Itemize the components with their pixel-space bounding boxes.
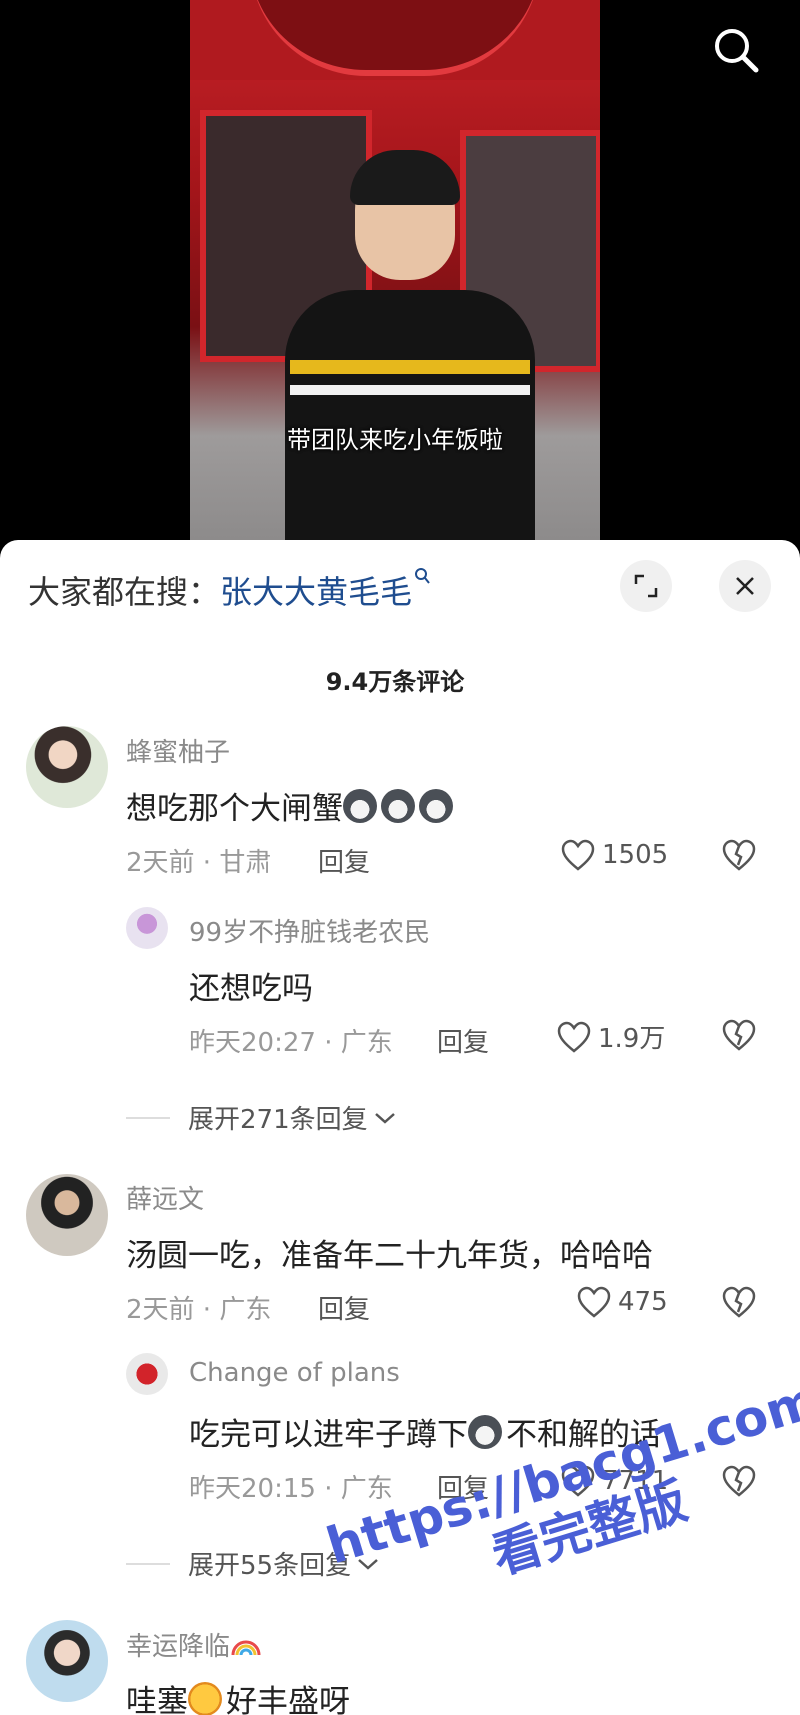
comment-text: 还想吃吗 xyxy=(189,971,313,1007)
divider-dash xyxy=(126,1562,170,1565)
video-person-jacket xyxy=(285,290,535,545)
search-icon[interactable] xyxy=(710,24,764,78)
comment-text-content: 好丰盛呀 xyxy=(226,1684,350,1715)
close-button[interactable] xyxy=(719,560,771,612)
like-count: 1.9万 xyxy=(598,1024,666,1054)
hot-search-prefix: 大家都在搜： xyxy=(28,573,221,611)
divider-dash xyxy=(126,1116,170,1119)
comment-text: 哇塞 好丰盛呀 xyxy=(126,1676,350,1715)
video-subtitle: 带团队来吃小年饭啦 xyxy=(287,426,503,454)
reply-button[interactable]: 回复 xyxy=(318,1289,370,1326)
avatar[interactable] xyxy=(126,907,168,949)
expand-replies-button[interactable]: 展开271条回复 xyxy=(126,1099,398,1136)
chevron-down-icon xyxy=(374,1112,395,1124)
like-count: 475 xyxy=(618,1287,668,1317)
like-button[interactable]: 475 xyxy=(576,1285,668,1319)
close-icon xyxy=(736,577,754,595)
comment-author[interactable]: 99岁不挣脏钱老农民 xyxy=(189,912,430,949)
heart-icon xyxy=(557,1021,591,1053)
comment-meta: 2天前 · 广东 xyxy=(126,1295,272,1325)
avatar[interactable] xyxy=(26,1620,108,1702)
comment-author[interactable]: Change of plans xyxy=(189,1358,400,1388)
hot-search-keyword[interactable]: 张大大黄毛毛 xyxy=(220,573,412,611)
broken-heart-icon[interactable] xyxy=(720,837,758,873)
hot-search-bar[interactable]: 大家都在搜：张大大黄毛毛 xyxy=(28,567,430,613)
comment-text: 汤圆一吃，准备年二十九年货，哈哈哈 xyxy=(126,1238,653,1274)
comment-author-name: 幸运降临 xyxy=(126,1632,231,1662)
avatar[interactable] xyxy=(126,1353,168,1395)
heart-icon xyxy=(561,839,595,871)
heart-icon xyxy=(577,1286,611,1318)
like-count: 1505 xyxy=(602,840,669,870)
rainbow-icon xyxy=(231,1640,261,1656)
broken-heart-icon[interactable] xyxy=(720,1017,758,1053)
reply-button[interactable]: 回复 xyxy=(318,842,370,879)
comment-text-content: 哇塞 xyxy=(126,1684,188,1715)
video-jacket-stripe xyxy=(290,360,530,374)
husky-emoji-icon xyxy=(343,789,377,823)
fullscreen-button[interactable] xyxy=(620,560,672,612)
video-player[interactable]: 带团队来吃小年饭啦 xyxy=(0,0,800,545)
husky-emoji-icon xyxy=(468,1415,502,1449)
expand-replies-label: 展开271条回复 xyxy=(188,1105,368,1135)
video-jacket-stripe-white xyxy=(290,385,530,395)
comment-meta: 昨天20:27 · 广东 xyxy=(189,1028,393,1058)
search-small-icon xyxy=(415,568,430,584)
video-frame[interactable] xyxy=(190,0,600,545)
husky-emoji-icon xyxy=(419,789,453,823)
broken-heart-icon[interactable] xyxy=(720,1284,758,1320)
reply-button[interactable]: 回复 xyxy=(437,1022,489,1059)
avatar[interactable] xyxy=(26,726,108,808)
avatar[interactable] xyxy=(26,1174,108,1256)
comment-text-content: 想吃那个大闸蟹 xyxy=(126,791,343,827)
husky-emoji-icon xyxy=(381,789,415,823)
expand-icon xyxy=(634,574,658,598)
like-button[interactable]: 1.9万 xyxy=(556,1018,665,1055)
comment-count: 9.4万条评论 xyxy=(325,668,465,696)
comment-meta: 2天前 · 甘肃 xyxy=(126,848,272,878)
comment-meta: 昨天20:15 · 广东 xyxy=(189,1474,393,1504)
comment-text: 想吃那个大闸蟹 xyxy=(126,783,457,828)
heart-eyes-emoji-icon xyxy=(188,1682,222,1715)
comment-author[interactable]: 蜂蜜柚子 xyxy=(126,732,230,769)
like-button[interactable]: 1505 xyxy=(560,838,668,872)
comment-author[interactable]: 薛远文 xyxy=(126,1179,204,1216)
expand-replies-label: 展开55条回复 xyxy=(188,1551,352,1581)
comment-author[interactable]: 幸运降临 xyxy=(126,1626,262,1663)
comment-text-content: 吃完可以进牢子蹲下 xyxy=(189,1417,468,1453)
